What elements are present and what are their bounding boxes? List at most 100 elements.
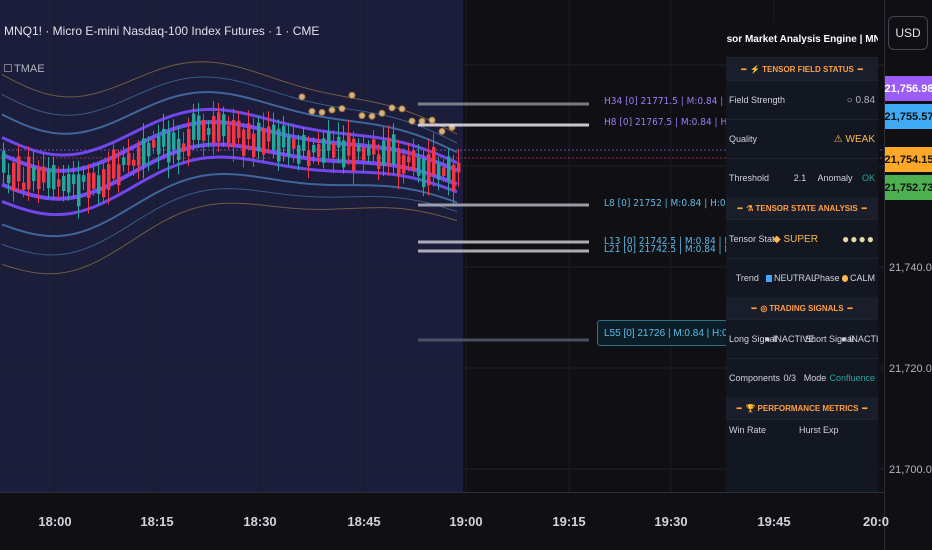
candle-body [377, 154, 381, 169]
candle-body [102, 169, 106, 198]
candle-body [287, 135, 291, 157]
candle-body [192, 113, 196, 140]
mode-value: Confluence [829, 373, 875, 383]
perf-row-b: Hurst Exp [799, 424, 839, 435]
candle-body [217, 112, 221, 142]
price-tag-green: 21,752.73 [885, 175, 932, 200]
signal-marker [398, 105, 406, 113]
time-label: 19:30 [654, 514, 688, 529]
candle-body [412, 150, 416, 171]
candle-body [302, 135, 306, 151]
indicator-legend[interactable]: TMAE [4, 63, 45, 75]
time-axis[interactable]: 18:00 18:15 18:30 18:45 19:00 19:15 19:3… [0, 492, 889, 550]
candle-body [227, 125, 231, 143]
candle-body [237, 120, 241, 139]
time-label: 19:00 [449, 514, 483, 529]
candle-body [7, 175, 11, 184]
long-signal-value: ● INACTIVE [765, 334, 815, 344]
section-state-analysis: ━ ⚗ TENSOR STATE ANALYSIS ━ [726, 197, 878, 219]
signal-marker [418, 117, 426, 125]
signal-marker [388, 104, 396, 112]
candle-body [417, 157, 421, 176]
candle-body [322, 138, 326, 163]
section-performance: ━ 🏆 PERFORMANCE METRICS ━ [726, 397, 878, 419]
trend-label: Trend [735, 273, 759, 283]
phase-value: CALM [850, 273, 876, 283]
anomaly-label: Anomaly [817, 173, 853, 183]
section-field-status: ━ ⚡ TENSOR FIELD STATUS ━ [726, 58, 878, 80]
candle-body [132, 159, 136, 166]
candle-body [112, 149, 116, 179]
components-label: Components [729, 373, 781, 383]
candle-body [397, 148, 401, 176]
symbol-title[interactable]: MNQ1! · Micro E-mini Nasdaq-100 Index Fu… [4, 24, 319, 38]
price-label: 21,740.00 [889, 262, 932, 274]
candle-body [212, 116, 216, 143]
candle-body [167, 131, 171, 163]
threshold-label: Threshold [729, 173, 770, 183]
long-signal-label: Long Signal [729, 334, 777, 344]
candle-body [277, 128, 281, 162]
time-label: 18:45 [347, 514, 381, 529]
short-signal-value: ● INACTIVE [841, 334, 878, 344]
field-strength-value: ○ 0.84 [846, 94, 875, 106]
row-quality: Quality ⚠ WEAK [726, 119, 878, 158]
signal-marker [428, 116, 436, 124]
candle-body [177, 138, 181, 161]
trend-value: NEUTRAL [773, 273, 816, 283]
candle-body [62, 175, 66, 192]
indicator-name: TMAE [14, 63, 45, 75]
section-performance-label: PERFORMANCE METRICS [757, 403, 859, 413]
chart-area[interactable]: MNQ1! · Micro E-mini Nasdaq-100 Index Fu… [0, 0, 884, 492]
candle-body [332, 143, 336, 158]
row-field-strength: Field Strength ○ 0.84 [726, 80, 878, 119]
candle-body [157, 136, 161, 155]
candle-body [162, 128, 166, 147]
row-performance: Win Rate Hurst Exp [726, 419, 878, 439]
row-signals: Long Signal ● INACTIVE Short Signal ● IN… [726, 319, 878, 358]
candle-body [2, 150, 6, 173]
candle-body [267, 126, 271, 142]
signal-marker [378, 109, 386, 117]
candle-body [32, 167, 36, 181]
candle-body [187, 128, 191, 156]
candle-body [387, 137, 391, 166]
candle-body [92, 172, 96, 189]
currency-button[interactable]: USD [888, 16, 928, 50]
threshold-value: 2.1 [793, 173, 807, 183]
tensor-analysis-panel: Tensor Market Analysis Engine | MNQ1! ━⚡… [726, 22, 878, 492]
candle-body [202, 119, 206, 141]
candle-body [457, 162, 461, 173]
candle-body [122, 157, 126, 165]
candle-body [427, 154, 431, 186]
chart-header: MNQ1! · Micro E-mini Nasdaq-100 Index Fu… [4, 24, 319, 38]
candle-body [342, 140, 346, 168]
time-label: 18:15 [140, 514, 174, 529]
candle-body [37, 167, 41, 190]
section-field-status-label: TENSOR FIELD STATUS [762, 64, 854, 74]
price-label: 21,700.00 [889, 464, 932, 476]
time-label: 19:15 [552, 514, 586, 529]
candle-body [257, 122, 261, 152]
candle-body [97, 175, 101, 195]
candle-body [357, 145, 361, 152]
candle-body [452, 164, 456, 192]
candle-body [87, 172, 91, 198]
candle-body [252, 133, 256, 158]
panel-title: Tensor Market Analysis Engine | MNQ1! [726, 22, 878, 58]
perf-row-a: Win Rate [729, 424, 767, 435]
price-axis[interactable]: USD 21,756.98 21,755.57 21,754.15 21,752… [884, 0, 932, 550]
signal-marker [368, 112, 376, 120]
signal-marker [298, 93, 306, 101]
candle-body [327, 131, 331, 151]
time-label: 18:00 [38, 514, 72, 529]
quality-label: Quality [729, 134, 758, 144]
quality-value: ⚠ WEAK [833, 133, 875, 145]
anomaly-value: OK [861, 173, 875, 183]
candle-body [432, 146, 436, 176]
candle-body [82, 175, 86, 182]
price-tag-blue: 21,755.57 [885, 104, 932, 129]
price-tag-purple: 21,756.98 [885, 76, 932, 101]
candle-body [152, 139, 156, 148]
section-state-analysis-label: TENSOR STATE ANALYSIS [755, 203, 858, 213]
